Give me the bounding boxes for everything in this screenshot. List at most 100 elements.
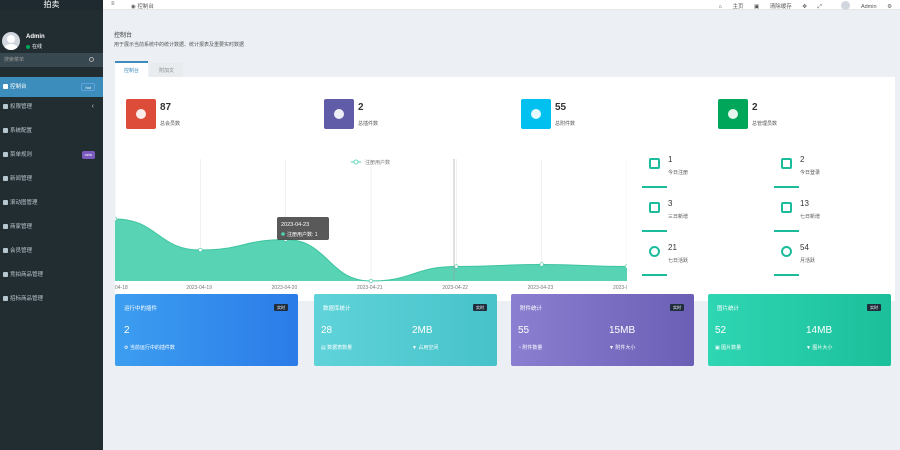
mini-label: 七日活跃: [668, 258, 689, 264]
mini-label: 三日新增: [668, 214, 689, 220]
dashboard-icon: [3, 84, 8, 90]
card-label-text: 附件数量: [522, 345, 543, 351]
card-label-text: 附件大小: [615, 345, 636, 351]
mini-bar: [642, 230, 667, 232]
list-icon: [3, 152, 8, 158]
card-title: 附件统计: [520, 306, 543, 312]
card-label-text: 数据表数量: [327, 345, 353, 351]
tooltip-date: 2023-04-23: [281, 222, 309, 228]
tooltip-marker: [281, 232, 285, 236]
mini-stat-month-active: 54 月活跃: [774, 240, 899, 280]
card-attachments: 附件统计 实时 55 ◔ 附件数量 15MB ▼ 附件大小: [511, 294, 694, 366]
stat-label: 总会员数: [160, 121, 181, 127]
sidebar-item-auction-goods[interactable]: 竞拍商品管理: [0, 265, 103, 289]
tooltip-value: 注册用户数: 1: [287, 231, 318, 238]
mini-label: 月活跃: [800, 258, 816, 264]
avatar: [2, 32, 20, 50]
search-icon[interactable]: [89, 57, 94, 62]
user-status-label: 在线: [32, 44, 43, 50]
page-title: 控制台: [114, 33, 133, 39]
main-content: 控制台 用于展示当前系统中的统计数据、统计报表及重要实时数据 控制台 附加文 87…: [103, 10, 900, 450]
mini-value: 1: [668, 155, 673, 164]
sidebar-item-news[interactable]: 新闻管理: [0, 169, 103, 193]
user-status: 在线: [26, 43, 42, 50]
sidebar-item-label: 滚动图管理: [10, 200, 38, 206]
users-icon: [3, 104, 8, 110]
sidebar-item-permissions[interactable]: 权限管理 ‹: [0, 97, 103, 121]
card-value-2: 2MB: [412, 325, 433, 336]
sidebar-item-label: 新闻管理: [10, 176, 33, 182]
sidebar-item-carousel[interactable]: 滚动图管理: [0, 193, 103, 217]
x-tick-label: 2023-04-20: [272, 285, 298, 291]
stat-label: 总插件数: [358, 121, 379, 127]
data-point: [368, 278, 374, 284]
area-chart: 04-18 2023-04-19 2023-04-20 2023-04-21 2023-…: [115, 159, 627, 291]
legend-marker: [353, 159, 359, 165]
file-icon: [3, 224, 8, 230]
circle-icon: [3, 296, 8, 302]
mini-label: 七日新增: [800, 214, 821, 220]
search-input[interactable]: [0, 53, 88, 67]
data-point: [198, 247, 203, 253]
image-icon: [3, 200, 8, 206]
sidebar-item-label: 商家管理: [10, 224, 33, 230]
card-title: 图片统计: [717, 306, 740, 312]
data-point: [539, 262, 544, 267]
mini-bar: [774, 186, 799, 188]
mini-bar: [774, 274, 799, 276]
members-icon: [126, 99, 156, 129]
data-point: [624, 264, 627, 269]
user-circle-icon: [781, 246, 792, 257]
stat-label: 总附件数: [555, 121, 576, 127]
top-navbar: ≡ ◉ 控制台 ⌂ 主页 ▣ 清除缓存 ✥ ⤢ Admin ⚙: [103, 0, 900, 10]
stat-value: 55: [555, 102, 567, 113]
sidebar-item-label: 菜单规则: [10, 152, 33, 158]
x-tick-label: 2023-04-23: [528, 285, 554, 291]
realtime-badge: 实时: [473, 304, 487, 311]
header-tab-dashboard[interactable]: ◉ 控制台: [131, 2, 154, 10]
online-dot-icon: [26, 44, 30, 49]
realtime-badge: 实时: [274, 304, 288, 311]
card-value: 52: [715, 325, 727, 336]
card-database: 数据库统计 实时 28 ▤ 数据表数量 2MB ▼ 占用空间: [314, 294, 497, 366]
mini-stat-today-reg: 1 今日注册: [642, 152, 767, 192]
mini-value: 2: [800, 155, 805, 164]
sidebar-item-label: 系统配置: [10, 128, 33, 134]
mini-value: 13: [800, 199, 809, 208]
card-label: ◔ 附件数量: [518, 345, 543, 351]
gear-icon: [3, 128, 8, 134]
sidebar-item-label: 竞拍商品管理: [10, 272, 44, 278]
realtime-badge: 实时: [867, 304, 881, 311]
mini-value: 54: [800, 243, 809, 252]
sidebar-item-menu-rules[interactable]: 菜单规则 new: [0, 145, 103, 169]
user-icon: [718, 99, 748, 129]
x-tick-label: 2023-04-22: [442, 285, 468, 291]
sidebar: 拍卖 Admin 在线 控制台 hot 权限管理 ‹ 系统配置 菜单规则 new 新闻…: [0, 0, 103, 450]
chevron-left-icon: ‹: [91, 103, 94, 110]
card-label-2: ▼ 占用空间: [412, 345, 439, 351]
data-point: [454, 264, 459, 269]
sidebar-item-dashboard[interactable]: 控制台 hot: [0, 77, 103, 97]
summary-cards: 运行中的插件 实时 2 ⚙ 当前运行中的插件数 数据库统计 实时 28 ▤ 数据…: [115, 294, 895, 366]
sidebar-menu: 控制台 hot 权限管理 ‹ 系统配置 菜单规则 new 新闻管理 滚动图管理 商家管…: [0, 77, 103, 313]
hot-badge: hot: [81, 83, 95, 91]
sidebar-item-tender-goods[interactable]: 招标商品管理: [0, 289, 103, 313]
mini-stat-today-login: 2 今日登录: [774, 152, 899, 192]
card-value: 55: [518, 325, 530, 336]
sidebar-item-members[interactable]: 会员管理: [0, 241, 103, 265]
tab-dashboard[interactable]: 控制台: [115, 61, 149, 77]
x-tick-label: 2023-04-21: [357, 285, 383, 291]
sidebar-item-label: 招标商品管理: [10, 296, 44, 302]
sidebar-item-config[interactable]: 系统配置: [0, 121, 103, 145]
stat-members: 87 总会员数: [126, 99, 276, 129]
dashboard-panel: 87 总会员数 2 总插件数 55 总附件数 2 总管理员数 04-18 2023-04-…: [115, 77, 895, 301]
card-value: 28: [321, 325, 333, 336]
calendar-icon: [649, 202, 660, 213]
brand-logo[interactable]: 拍卖: [0, 0, 103, 10]
card-label-2: ▼ 图片大小: [806, 345, 833, 351]
card-value-2: 14MB: [806, 325, 833, 336]
menu-toggle-icon[interactable]: ≡: [111, 1, 115, 7]
sidebar-item-merchants[interactable]: 商家管理: [0, 217, 103, 241]
stat-value: 2: [752, 102, 758, 113]
x-tick-label: 2023-0: [613, 285, 627, 291]
